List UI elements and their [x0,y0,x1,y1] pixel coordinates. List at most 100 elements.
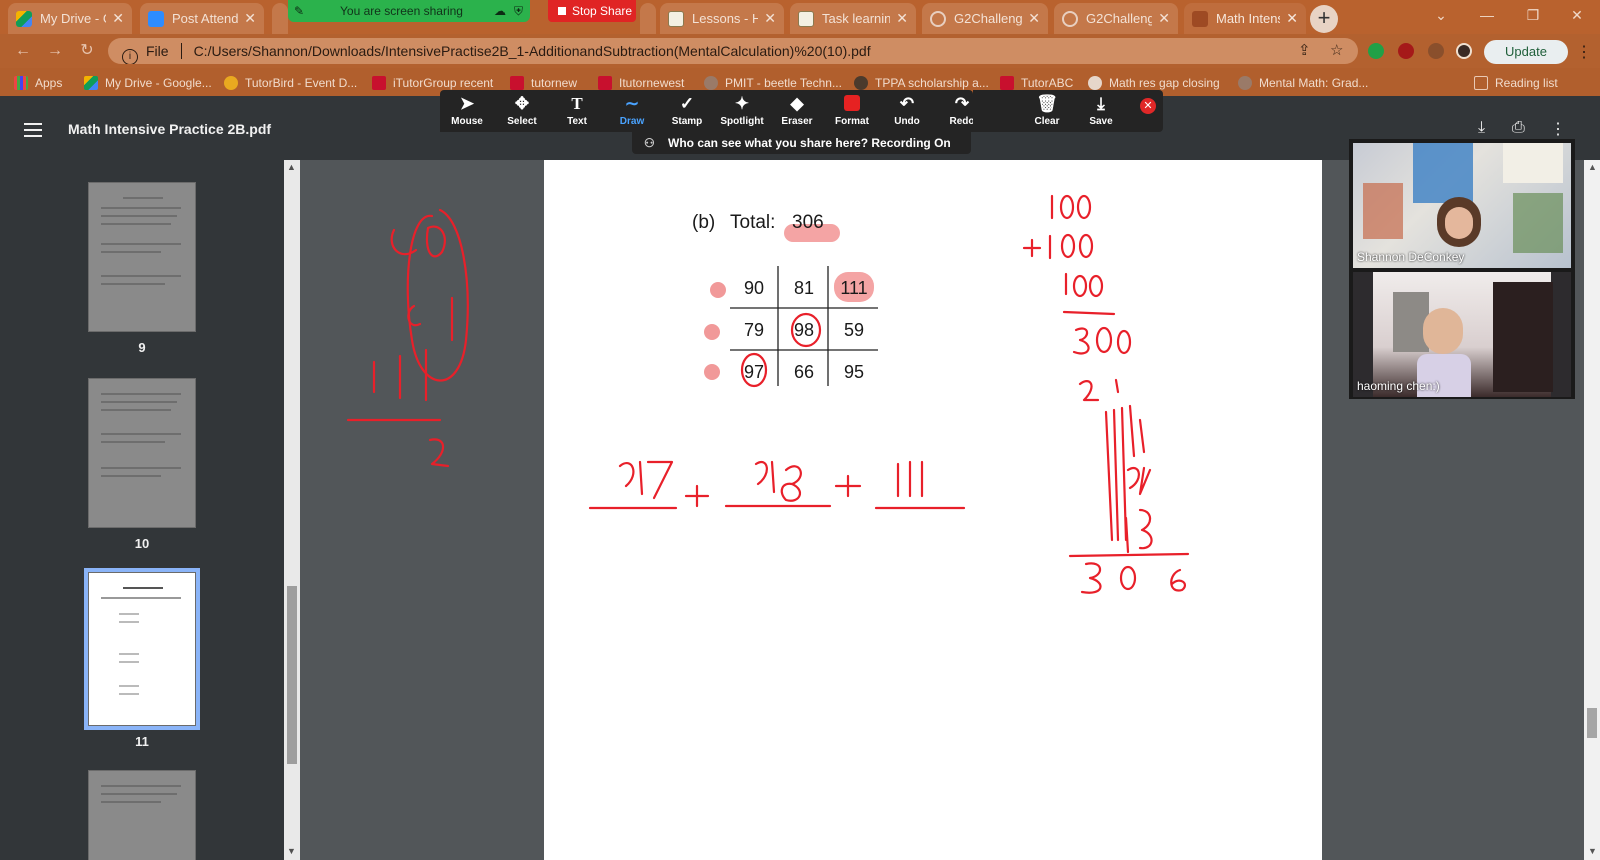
text-icon: T [571,94,583,113]
minimize-icon[interactable]: — [1464,0,1510,30]
google-drive-icon [84,76,98,90]
participant-name: haoming chen:) [1357,379,1440,393]
participant-name: Shannon DeConkey [1357,250,1465,264]
scroll-thumb[interactable] [287,586,297,764]
scroll-down-icon[interactable]: ▼ [1588,846,1597,856]
update-button[interactable]: Update [1484,40,1568,64]
apps-grid-icon [14,76,28,90]
tab-hidden-2[interactable] [640,3,656,34]
address-bar-row: ← → ↻ i File C:/Users/Shannon/Downloads/In… [0,34,1600,68]
tppa-icon [854,76,868,90]
tool-clear-label[interactable]: 🗑 Clear [1022,94,1072,130]
thumbnail-page-11[interactable] [84,568,200,730]
spotlight-icon: ✦ [734,94,750,113]
recording-banner[interactable]: ⚇ Who can see what you share here? Record… [632,132,971,154]
tool-format[interactable]: Format [827,94,877,130]
thumbnail-page-12[interactable] [88,770,196,860]
pdf-title: Math Intensive Practice 2B.pdf [68,121,272,137]
scroll-up-icon[interactable]: ▲ [287,162,296,172]
tool-mouse[interactable]: ➤ Mouse [442,94,492,130]
forward-arrow-icon[interactable]: → [44,40,66,62]
stop-share-button[interactable]: Stop Share [548,0,636,22]
tab-math-intensive[interactable]: Math Intens ✕ [1184,3,1306,34]
scroll-up-icon[interactable]: ▲ [1588,162,1597,172]
tab-g2challenge-1[interactable]: G2Challenge ✕ [922,3,1048,34]
close-icon[interactable]: ✕ [896,10,908,27]
menu-icon[interactable]: ⋮ [1576,42,1592,62]
thumbnail-page-9[interactable] [88,182,196,332]
close-icon[interactable]: ✕ [112,10,124,27]
puzzle-icon[interactable] [1428,43,1444,59]
scroll-thumb[interactable] [1587,708,1597,738]
globe-icon [930,10,946,27]
video-tile-shannon[interactable]: Shannon DeConkey [1353,143,1571,268]
tab-lessons[interactable]: Lessons - Ha ✕ [660,3,784,34]
close-icon[interactable]: ✕ [764,10,776,27]
star-icon[interactable]: ☆ [1330,41,1343,59]
more-icon[interactable]: ⋮ [1550,119,1566,139]
tab-g2challenge-2[interactable]: G2Challenge ✕ [1054,3,1178,34]
tab-strip: My Drive - G ✕ Post Attende ✕ Lessons - … [0,0,1600,34]
close-toolbar-icon[interactable]: ✕ [1140,98,1156,114]
hamburger-menu-icon[interactable] [24,123,42,137]
tab-task-learning[interactable]: Task learning ✕ [790,3,916,34]
tab-hidden-1[interactable] [272,3,288,34]
pdf-page: (b) Total: 306 90 81 111 79 98 59 97 66 … [544,160,1322,860]
close-icon[interactable]: ✕ [244,10,256,27]
download-icon[interactable]: ⤓ [1478,119,1485,137]
itutor-icon [598,76,612,90]
tab-search-icon[interactable]: ⌄ [1418,0,1464,30]
close-window-icon[interactable]: ✕ [1554,0,1600,30]
person-icon: ⚇ [644,136,655,150]
back-arrow-icon[interactable]: ← [12,40,34,62]
close-icon[interactable]: ✕ [1286,10,1298,27]
page-number-9: 9 [138,340,146,355]
plus-icon: + [1317,5,1331,30]
bookmark-tutorbird[interactable]: TutorBird - Event D... [224,74,357,92]
bookmark-mental-math[interactable]: Mental Math: Grad... [1238,74,1368,92]
close-icon[interactable]: ✕ [1028,10,1040,27]
page-icon [798,10,814,27]
bookmark-apps[interactable]: Apps [14,74,62,92]
tool-save-label[interactable]: ⤓ Save [1076,94,1126,130]
grid-lines [730,266,878,386]
tab-post-attendee[interactable]: Post Attende ✕ [140,3,264,34]
tool-undo[interactable]: ↶ Undo [882,94,932,130]
address-input[interactable]: i File C:/Users/Shannon/Downloads/Intensiv… [108,38,1358,64]
print-icon[interactable]: ⎙ [1512,119,1525,137]
tool-eraser[interactable]: ◆ Eraser [772,94,822,130]
check-icon: ✓ [679,94,695,113]
restore-icon[interactable]: ❐ [1510,0,1556,30]
tool-text[interactable]: T Text [552,94,602,130]
tool-stamp[interactable]: ✓ Stamp [662,94,712,130]
close-icon[interactable]: ✕ [1158,10,1170,27]
bookmark-my-drive[interactable]: My Drive - Google... [84,74,212,92]
scroll-down-icon[interactable]: ▼ [287,846,296,856]
tutorbird-icon [224,76,238,90]
tool-spotlight[interactable]: ✦ Spotlight [717,94,767,130]
extension-green-icon[interactable] [1368,43,1384,59]
ublock-icon[interactable] [1398,43,1414,59]
share-icon[interactable]: ⇪ [1298,41,1311,59]
cursor-icon: ➤ [459,94,475,113]
tool-draw[interactable]: ∼ Draw [607,94,657,130]
shield-icon: ⛨ [514,4,524,18]
tab-my-drive[interactable]: My Drive - G ✕ [8,3,132,34]
document-scrollbar[interactable]: ▲ ▼ [1584,160,1600,860]
thumbnail-page-10[interactable] [88,378,196,528]
profile-avatar[interactable] [1456,43,1472,59]
pdf-icon [1192,10,1208,27]
thumbnail-panel: 9 10 11 [0,160,284,860]
video-tile-haoming[interactable]: haoming chen:) [1353,272,1571,397]
new-tab-button[interactable]: + [1310,5,1338,33]
reading-list[interactable]: Reading list [1474,74,1558,92]
page-icon [668,10,684,27]
reload-icon[interactable]: ↻ [76,40,98,62]
reading-list-icon [1474,76,1488,90]
tool-select[interactable]: ✥ Select [497,94,547,130]
undo-icon: ↶ [899,94,915,113]
itutor-icon [1000,76,1014,90]
thumbnail-scrollbar[interactable]: ▲ ▼ [284,160,300,860]
screen-sharing-indicator[interactable]: ✎ You are screen sharing ☁ ⛨ [288,0,530,22]
move-icon: ✥ [514,94,530,113]
